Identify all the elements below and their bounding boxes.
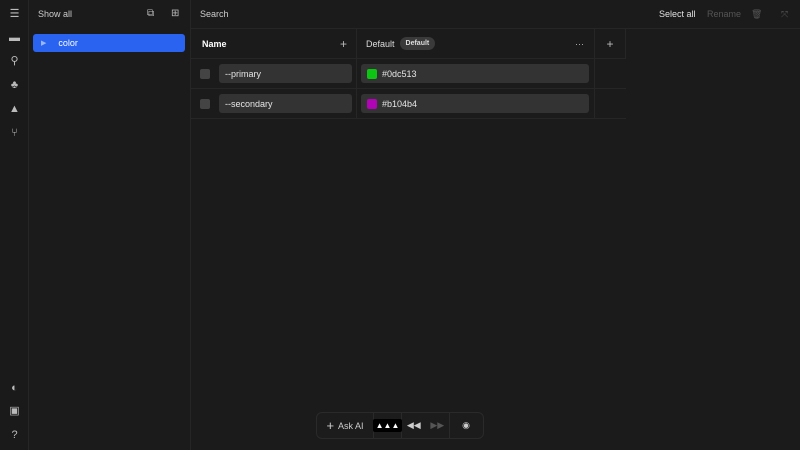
help-icon[interactable]: ? [8,429,21,442]
trash-icon[interactable]: 🗑 [751,9,762,20]
expand-icon[interactable]: ⤧ [781,9,788,20]
color-swatch[interactable] [367,98,377,109]
icon-rail: ☰ ▬ ⚲ ♣ ▲ ⑂ ◐ ▣ ? [0,0,29,450]
ask-ai-label: Ask AI [338,420,364,431]
components-icon[interactable]: ♣ [8,79,21,92]
gift-icon[interactable]: ▣ [8,405,21,418]
add-mode-icon[interactable]: + [595,29,626,58]
sidebar-item-color[interactable]: ▶ color [33,34,185,52]
collections-sidebar: Show all ⧉ ⊞ ▶ color [29,0,191,450]
branch-icon[interactable]: ⑂ [8,127,21,140]
value-text: #0dc513 [382,68,417,79]
table-header: Name + Default Default ··· + [191,29,626,59]
chevron-right-icon[interactable]: ▶ [41,39,46,47]
palette-icon[interactable]: ◐ [8,382,21,395]
folder-icon[interactable]: ▬ [8,32,21,45]
add-collection-icon[interactable]: ⊞ [171,8,179,19]
value-text: #b104b4 [382,98,418,109]
trees-logo-icon: ▲▲▲ [372,419,403,432]
fast-forward-icon[interactable]: ▶▶ [430,420,444,431]
rewind-icon[interactable]: ◀◀ [407,420,421,431]
row-checkbox[interactable] [200,98,210,109]
row-checkbox[interactable] [200,68,210,79]
table-row: --secondary #b104b4 [191,89,626,119]
color-swatch[interactable] [367,68,377,79]
toolbar: Search Select all Rename 🗑 ⤧ [191,0,800,29]
plus-icon: + [326,418,335,433]
logo-button[interactable]: ▲▲▲ [372,413,403,438]
name-column-header: Name [202,38,227,49]
warning-icon[interactable]: ▲ [8,103,21,116]
bottom-action-bar: + Ask AI ▲▲▲ ◀◀ ▶▶ ◉ [316,412,484,439]
ask-ai-button[interactable]: + Ask AI [317,413,374,438]
search-input[interactable]: Search [200,9,229,19]
menu-icon[interactable]: ☰ [8,8,21,21]
add-variable-icon[interactable]: + [340,37,347,51]
navigation-group: ◀◀ ▶▶ [402,413,450,438]
rename-button[interactable]: Rename [707,9,741,19]
search-icon[interactable]: ⚲ [8,55,21,68]
select-all-button[interactable]: Select all [659,9,696,19]
variables-table: Name + Default Default ··· + --primary #0dc… [191,29,626,119]
variable-value-field[interactable]: #0dc513 [361,64,589,83]
variable-name-field[interactable]: --primary [219,64,352,83]
more-icon[interactable]: ··· [575,39,584,49]
table-row: --primary #0dc513 [191,59,626,89]
mode-column-header[interactable]: Default [366,39,395,49]
variable-name-field[interactable]: --secondary [219,94,352,113]
sidebar-item-label: color [58,38,78,48]
duplicate-icon[interactable]: ⧉ [147,8,154,19]
settings-icon[interactable]: ◉ [450,413,482,438]
default-mode-badge: Default [399,37,436,50]
variable-value-field[interactable]: #b104b4 [361,94,589,113]
show-all-button[interactable]: Show all [29,0,190,28]
